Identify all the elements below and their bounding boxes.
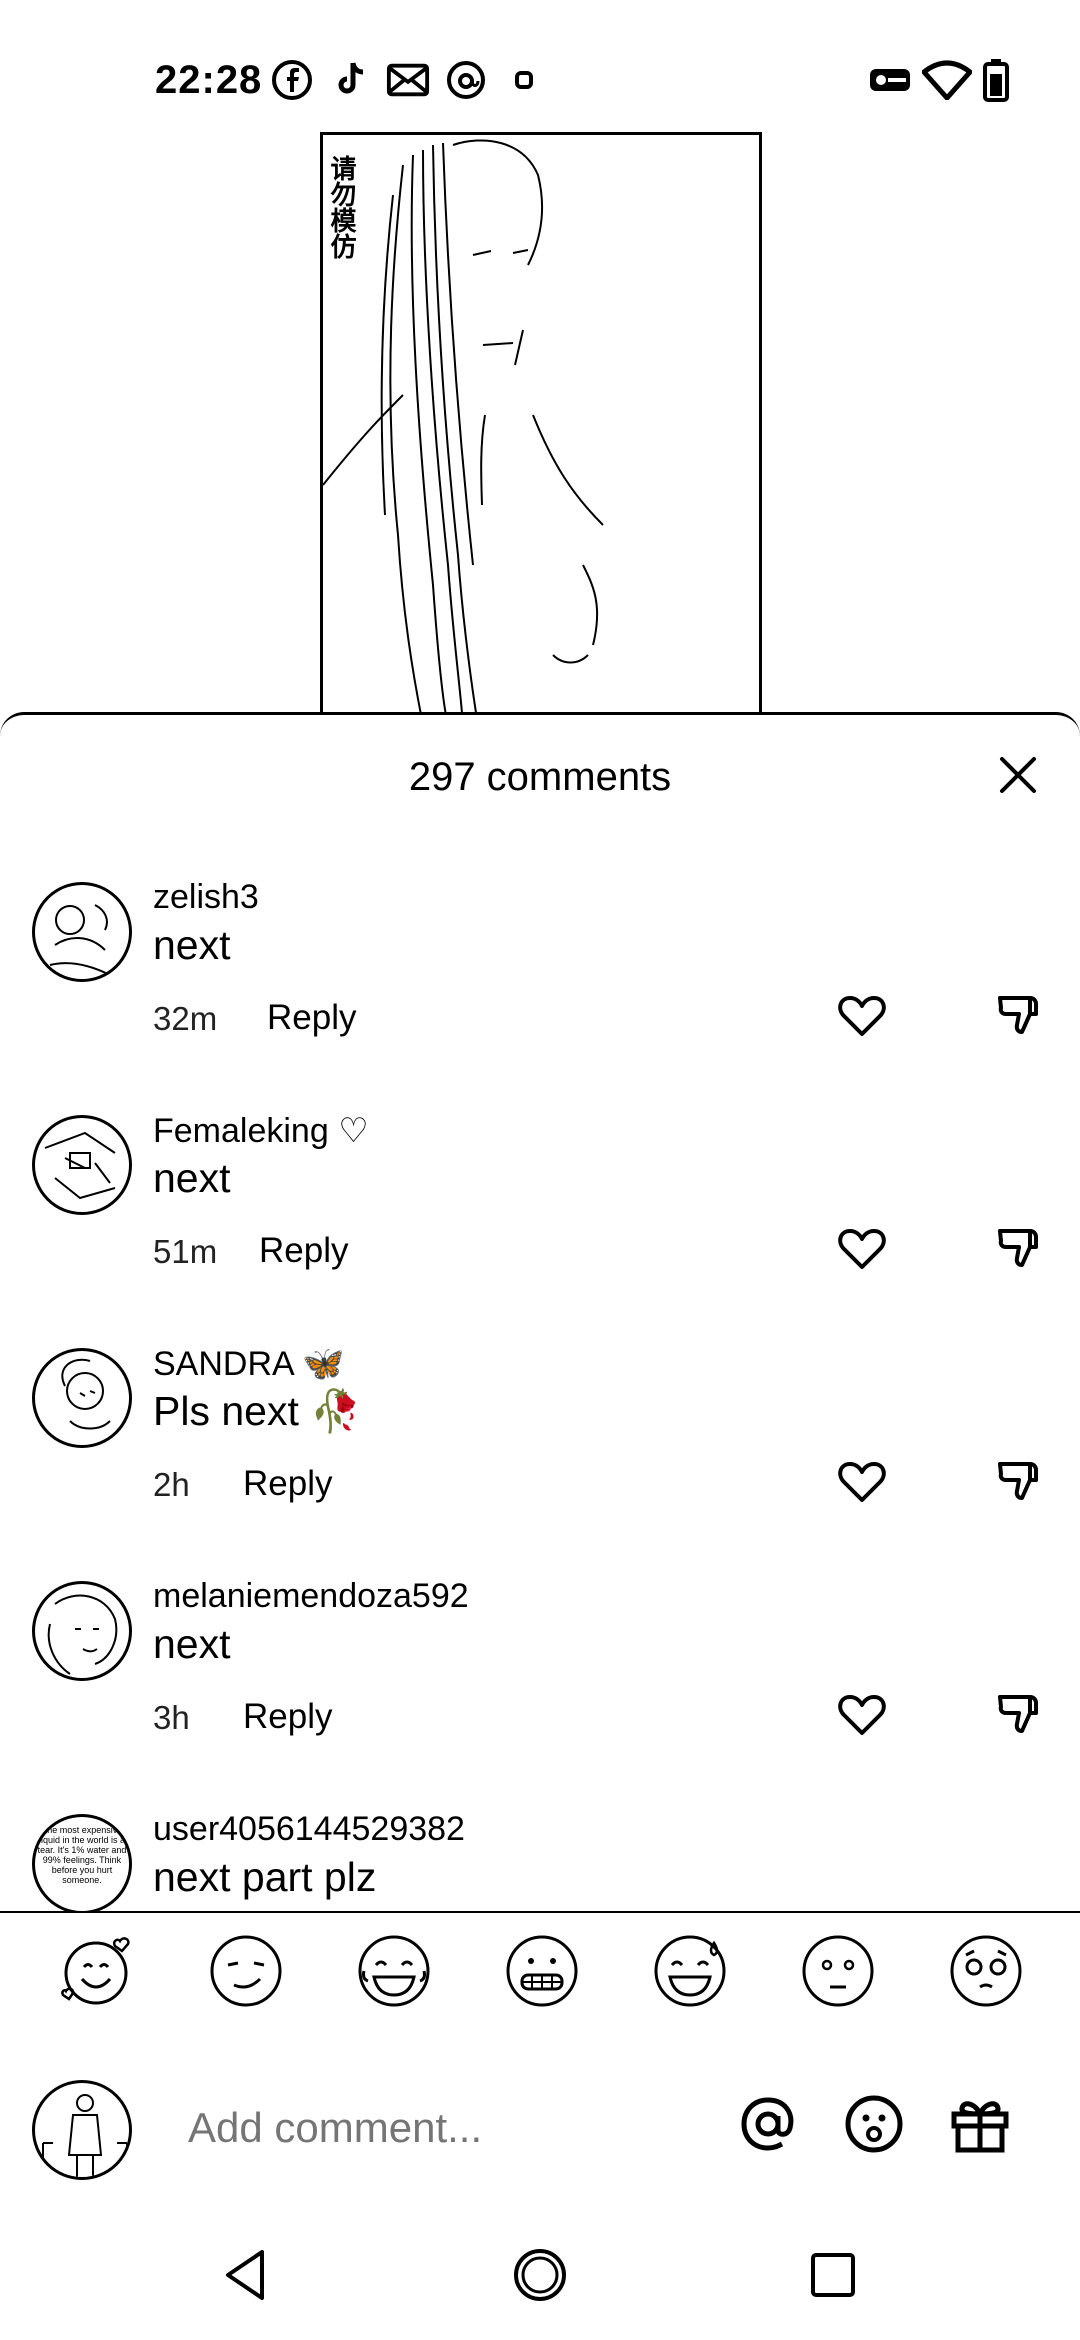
comment-item: The most expensive liquid in the world i… [0, 1810, 1080, 1911]
video-watermark: 请勿模仿 [327, 155, 357, 259]
comment-time: 2h [153, 1466, 190, 1503]
thumbs-down-icon[interactable] [994, 990, 1046, 1042]
avatar[interactable]: The most expensive liquid in the world i… [32, 1814, 132, 1911]
status-bar: 22:28 [0, 0, 1080, 130]
add-comment-input[interactable] [188, 2104, 688, 2152]
avatar[interactable] [32, 1581, 132, 1681]
mail-icon [386, 58, 430, 102]
joy-icon[interactable] [354, 1931, 434, 2011]
gift-icon[interactable] [948, 2092, 1012, 2156]
comments-sheet: 297 comments zelish3 next 32m Reply Fema… [0, 712, 1080, 2340]
pleading-icon[interactable] [946, 1931, 1026, 2011]
thumbs-down-icon[interactable] [994, 1456, 1046, 1508]
avatar[interactable] [32, 1115, 132, 1215]
heart-icon[interactable] [836, 1689, 888, 1741]
comment-item: zelish3 next 32m Reply [0, 878, 1080, 1111]
flushed-icon[interactable] [798, 1931, 878, 2011]
divider [0, 1911, 1080, 1913]
comment-text: next [153, 922, 231, 968]
sweat-smile-icon[interactable] [650, 1931, 730, 2011]
reply-button[interactable]: Reply [243, 1697, 332, 1737]
back-icon[interactable] [210, 2240, 280, 2310]
reply-button[interactable]: Reply [243, 1464, 332, 1504]
comments-count-title: 297 comments [408, 755, 672, 799]
threads-icon [444, 58, 488, 102]
heart-icon[interactable] [836, 1456, 888, 1508]
system-icons [868, 58, 1010, 107]
comment-username[interactable]: zelish3 [153, 878, 259, 917]
comment-time: 32m [153, 1000, 218, 1037]
video-thumbnail[interactable]: 请勿模仿 [320, 132, 762, 722]
status-time: 22:28 [155, 58, 263, 102]
smiling-hearts-icon[interactable] [58, 1931, 138, 2011]
mention-icon[interactable] [736, 2092, 800, 2156]
dot-icon [502, 58, 546, 102]
comment-item: Femaleking ♡ next 51m Reply [0, 1111, 1080, 1344]
comment-text: Pls next 🥀 [153, 1388, 362, 1434]
comment-username[interactable]: SANDRA 🦋 [153, 1344, 345, 1384]
thumbs-down-icon[interactable] [994, 1223, 1046, 1275]
notification-icons [270, 58, 546, 102]
grimace-icon[interactable] [502, 1931, 582, 2011]
smirk-icon[interactable] [206, 1931, 286, 2011]
close-icon[interactable] [996, 753, 1040, 797]
heart-icon[interactable] [836, 990, 888, 1042]
reply-button[interactable]: Reply [259, 1231, 348, 1271]
comment-username[interactable]: user4056144529382 [153, 1810, 465, 1849]
video-sketch [323, 139, 604, 719]
avatar[interactable] [32, 2080, 132, 2180]
reply-button[interactable]: Reply [267, 998, 356, 1038]
avatar[interactable] [32, 1348, 132, 1448]
comment-username[interactable]: melaniemendoza592 [153, 1577, 469, 1616]
comment-item: melaniemendoza592 next 3h Reply [0, 1577, 1080, 1810]
emoji-icon[interactable] [842, 2092, 906, 2156]
system-nav-bar [0, 2220, 1080, 2340]
facebook-icon [270, 58, 314, 102]
tiktok-icon [328, 58, 372, 102]
comment-text: next part plz [153, 1854, 377, 1900]
comment-username[interactable]: Femaleking ♡ [153, 1111, 369, 1151]
comment-input-row [0, 2070, 1080, 2180]
comment-text: next [153, 1155, 231, 1201]
avatar[interactable] [32, 882, 132, 982]
comment-time: 51m [153, 1233, 218, 1270]
wifi-icon [921, 60, 973, 105]
battery-icon [982, 58, 1010, 107]
comment-time: 3h [153, 1699, 190, 1736]
thumbs-down-icon[interactable] [994, 1689, 1046, 1741]
comment-item: SANDRA 🦋 Pls next 🥀 2h Reply [0, 1344, 1080, 1577]
home-icon[interactable] [505, 2240, 575, 2310]
heart-icon[interactable] [836, 1223, 888, 1275]
recents-icon[interactable] [798, 2240, 868, 2310]
vpn-key-icon [868, 65, 912, 100]
comment-text: next [153, 1621, 231, 1667]
emoji-quick-bar [0, 1931, 1080, 2041]
